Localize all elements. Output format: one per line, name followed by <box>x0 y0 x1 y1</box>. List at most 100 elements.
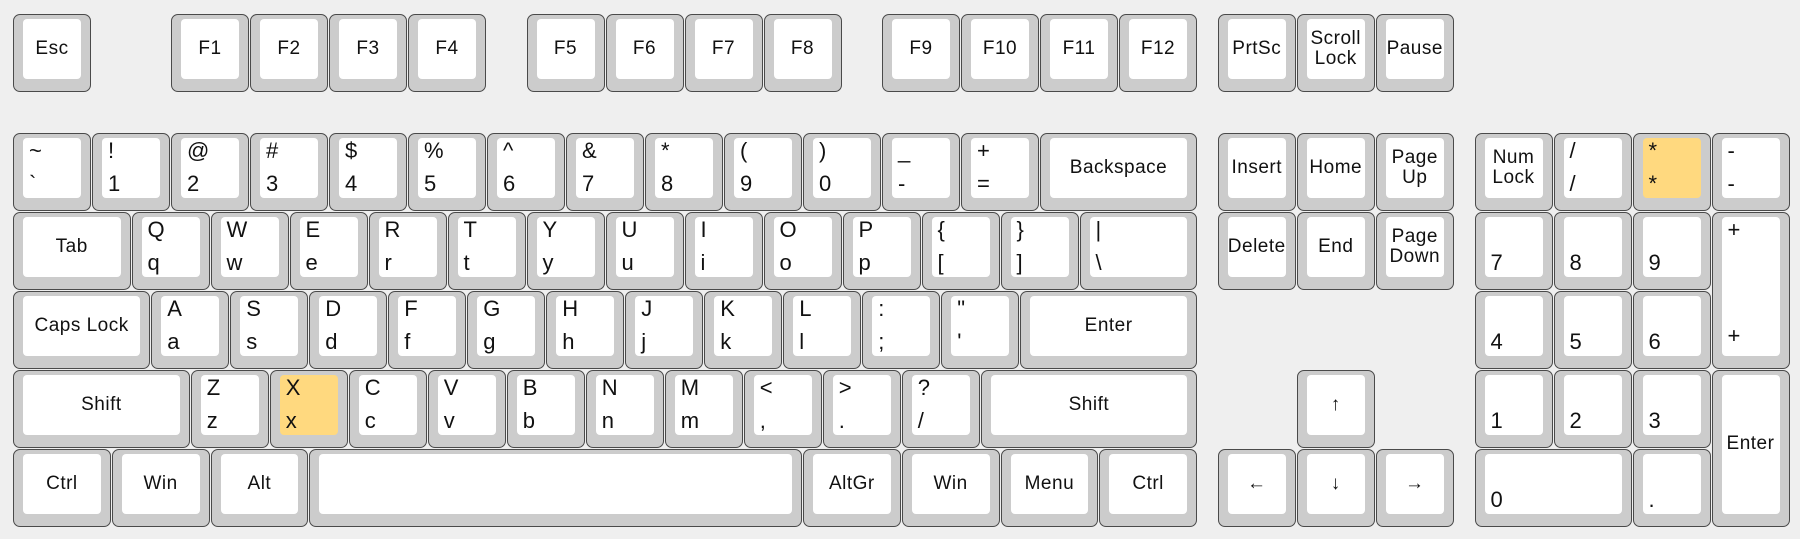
key-lwin[interactable]: Win <box>111 448 210 527</box>
key-nummul[interactable]: * * <box>1632 132 1711 211</box>
key-f9[interactable]: F9 <box>882 14 960 92</box>
key-delete[interactable]: Delete <box>1217 211 1296 290</box>
key-9[interactable]: (9 <box>724 132 802 211</box>
key-y[interactable]: Yy <box>526 211 605 290</box>
key-lctrl[interactable]: Ctrl <box>13 448 111 527</box>
key-esc[interactable]: Esc <box>13 14 91 92</box>
key-lbracket[interactable]: {[ <box>921 211 1000 290</box>
key-f5[interactable]: F5 <box>526 14 605 92</box>
key-backtick[interactable]: ~ ` <box>13 132 91 211</box>
key-e[interactable]: Ee <box>289 211 368 290</box>
key-w[interactable]: Ww <box>210 211 289 290</box>
key-backspace[interactable]: Backspace <box>1040 132 1197 211</box>
key-f3[interactable]: F3 <box>329 14 407 92</box>
key-num2[interactable]: 2 <box>1553 369 1632 448</box>
key-num4[interactable]: 4 <box>1474 290 1553 369</box>
key-equal[interactable]: + = <box>961 132 1039 211</box>
key-prtsc[interactable]: PrtSc <box>1217 14 1296 92</box>
key-b[interactable]: Bb <box>506 369 585 448</box>
key-numenter[interactable]: Enter <box>1711 369 1790 527</box>
key-pagedown[interactable]: Page Down <box>1375 211 1454 290</box>
key-3[interactable]: #3 <box>250 132 328 211</box>
key-menu[interactable]: Menu <box>1000 448 1099 527</box>
key-lalt[interactable]: Alt <box>210 448 309 527</box>
key-capslock[interactable]: Caps Lock <box>13 290 151 369</box>
key-x[interactable]: Xx <box>269 369 348 448</box>
key-f2[interactable]: F2 <box>250 14 328 92</box>
key-rshift[interactable]: Shift <box>980 369 1197 448</box>
key-d[interactable]: Dd <box>309 290 388 369</box>
key-i[interactable]: Ii <box>684 211 763 290</box>
key-lshift[interactable]: Shift <box>13 369 190 448</box>
key-period[interactable]: >. <box>822 369 901 448</box>
key-l[interactable]: Ll <box>783 290 862 369</box>
key-up[interactable]: ↑ <box>1296 369 1375 448</box>
key-f6[interactable]: F6 <box>605 14 684 92</box>
key-f8[interactable]: F8 <box>763 14 842 92</box>
key-z[interactable]: Zz <box>190 369 269 448</box>
key-num1[interactable]: 1 <box>1474 369 1553 448</box>
key-f1[interactable]: F1 <box>171 14 249 92</box>
key-q[interactable]: Qq <box>131 211 210 290</box>
key-numlock[interactable]: Num Lock <box>1474 132 1553 211</box>
key-home[interactable]: Home <box>1296 132 1375 211</box>
key-insert[interactable]: Insert <box>1217 132 1296 211</box>
key-u[interactable]: Uu <box>605 211 684 290</box>
key-8[interactable]: * 8 <box>645 132 723 211</box>
key-5[interactable]: % 5 <box>408 132 486 211</box>
key-quote[interactable]: " ' <box>941 290 1020 369</box>
key-k[interactable]: Kk <box>704 290 783 369</box>
key-left[interactable]: ← <box>1217 448 1296 527</box>
key-numdiv[interactable]: / / <box>1553 132 1632 211</box>
key-num3[interactable]: 3 <box>1632 369 1711 448</box>
key-num9[interactable]: 9 <box>1632 211 1711 290</box>
key-backslash[interactable]: | \ <box>1079 211 1197 290</box>
key-numdot[interactable]: . <box>1632 448 1711 527</box>
key-comma[interactable]: <, <box>743 369 822 448</box>
key-f[interactable]: Ff <box>388 290 467 369</box>
key-t[interactable]: Tt <box>447 211 526 290</box>
key-num8[interactable]: 8 <box>1553 211 1632 290</box>
key-rwin[interactable]: Win <box>901 448 1000 527</box>
key-pause[interactable]: Pause <box>1375 14 1454 92</box>
key-g[interactable]: Gg <box>467 290 546 369</box>
key-space[interactable] <box>309 448 802 527</box>
key-p[interactable]: Pp <box>842 211 921 290</box>
key-num5[interactable]: 5 <box>1553 290 1632 369</box>
key-j[interactable]: Jj <box>625 290 704 369</box>
key-r[interactable]: Rr <box>368 211 447 290</box>
key-f11[interactable]: F11 <box>1040 14 1118 92</box>
key-a[interactable]: Aa <box>151 290 230 369</box>
key-enter[interactable]: Enter <box>1020 290 1197 369</box>
key-s[interactable]: Ss <box>230 290 309 369</box>
key-n[interactable]: Nn <box>585 369 664 448</box>
key-f12[interactable]: F12 <box>1119 14 1197 92</box>
key-num7[interactable]: 7 <box>1474 211 1553 290</box>
key-6[interactable]: ^ 6 <box>487 132 565 211</box>
key-o[interactable]: Oo <box>763 211 842 290</box>
key-rbracket[interactable]: }] <box>1000 211 1079 290</box>
key-h[interactable]: Hh <box>546 290 625 369</box>
key-slash[interactable]: ? / <box>901 369 980 448</box>
key-rctrl[interactable]: Ctrl <box>1099 448 1197 527</box>
key-minus[interactable]: _ - <box>882 132 960 211</box>
key-altgr[interactable]: AltGr <box>803 448 901 527</box>
key-c[interactable]: Cc <box>348 369 427 448</box>
key-scrolllock[interactable]: Scroll Lock <box>1296 14 1375 92</box>
key-numsub[interactable]: -- <box>1711 132 1790 211</box>
key-0[interactable]: ) 0 <box>803 132 881 211</box>
key-7[interactable]: & 7 <box>566 132 644 211</box>
key-4[interactable]: $4 <box>329 132 407 211</box>
key-f7[interactable]: F7 <box>684 14 763 92</box>
key-f4[interactable]: F4 <box>408 14 486 92</box>
key-num0[interactable]: 0 <box>1474 448 1632 527</box>
key-2[interactable]: @2 <box>171 132 249 211</box>
key-down[interactable]: ↓ <box>1296 448 1375 527</box>
key-1[interactable]: ! 1 <box>92 132 170 211</box>
key-pageup[interactable]: Page Up <box>1375 132 1454 211</box>
key-right[interactable]: → <box>1375 448 1454 527</box>
key-numadd[interactable]: + + <box>1711 211 1790 369</box>
key-tab[interactable]: Tab <box>13 211 131 290</box>
key-num6[interactable]: 6 <box>1632 290 1711 369</box>
key-f10[interactable]: F10 <box>961 14 1039 92</box>
